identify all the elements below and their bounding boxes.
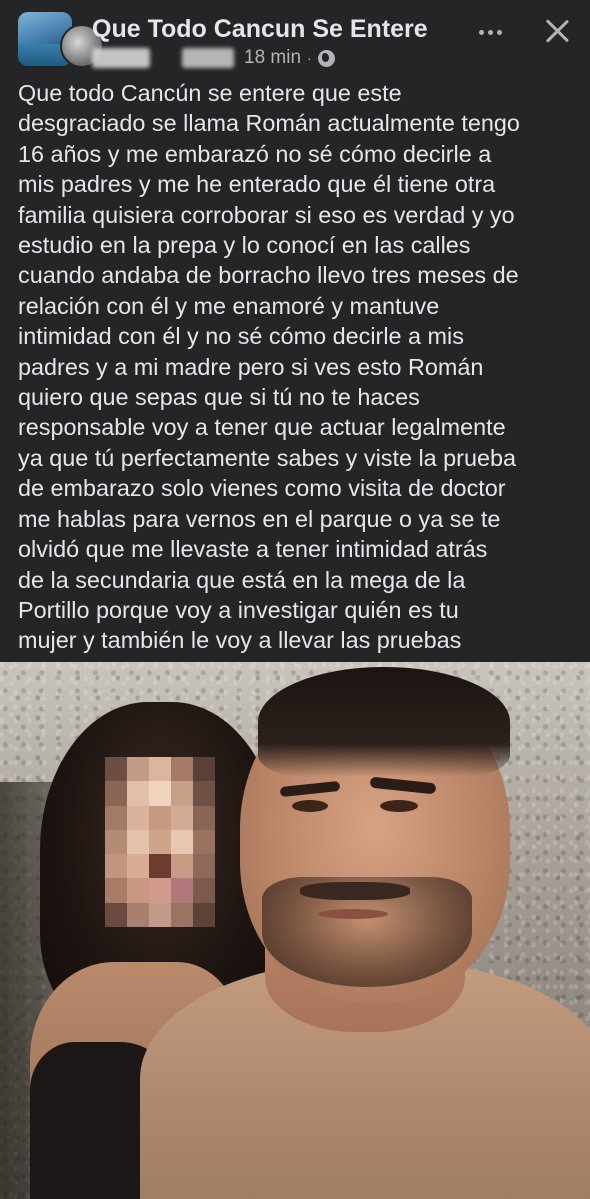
more-horizontal-icon bbox=[478, 29, 484, 35]
post-text-line: padres y a mi madre pero si ves esto Rom… bbox=[18, 353, 484, 380]
post-text-line: desgraciado se llama Román actualmente t… bbox=[18, 110, 520, 137]
post-text-line: relación con él y me enamoré y mantuve bbox=[18, 292, 440, 319]
post-text-line: responsable voy a tener que actuar legal… bbox=[18, 414, 506, 441]
post-text-line: 16 años y me embarazó no sé cómo decirle… bbox=[18, 140, 492, 167]
post-header: Que Todo Cancun Se Entere 18 min · bbox=[0, 0, 590, 76]
man-hair bbox=[258, 667, 510, 777]
man-eye-right bbox=[380, 800, 418, 812]
more-options-button[interactable] bbox=[470, 18, 510, 46]
close-icon[interactable] bbox=[540, 14, 574, 48]
post-text-line: mis padres y me he enterado que él tiene… bbox=[18, 171, 496, 198]
post-text-line: ya que tú perfectamente sabes y viste la… bbox=[18, 444, 516, 471]
post-text-line: mujer y también le voy a llevar las prue… bbox=[18, 627, 462, 654]
man-eye-left bbox=[292, 800, 328, 812]
more-dot bbox=[487, 29, 493, 35]
pixelated-face bbox=[105, 757, 215, 927]
globe-icon bbox=[317, 49, 335, 67]
post-text-line: de la secundaria que está en la mega de … bbox=[18, 566, 466, 593]
post-text-line: intimidad con él y no sé cómo decirle a … bbox=[18, 323, 464, 350]
more-dot bbox=[496, 29, 502, 35]
man-mustache bbox=[300, 882, 410, 900]
post-text-line: quiero que sepas que si tú no te haces bbox=[18, 384, 420, 411]
page-name[interactable]: Que Todo Cancun Se Entere bbox=[92, 15, 428, 44]
post-text-line: cuando andaba de borracho llevo tres mes… bbox=[18, 262, 519, 289]
post-time[interactable]: 18 min bbox=[244, 47, 301, 69]
post-text-line: Que todo Cancún se entere que este bbox=[18, 80, 402, 106]
post-text-line: estudio en la prepa y lo conocí en las c… bbox=[18, 232, 471, 259]
man-mouth bbox=[318, 909, 388, 919]
post-text-line: de embarazo solo vienes como visita de d… bbox=[18, 475, 506, 502]
redacted-name-2 bbox=[182, 48, 234, 68]
post-text-line: Portillo porque voy a investigar quién e… bbox=[18, 596, 459, 623]
post-text: Que todo Cancún se entere que este desgr… bbox=[18, 78, 578, 656]
post-card: Que Todo Cancun Se Entere 18 min · Que t… bbox=[0, 0, 590, 1199]
post-text-line: me hablas para vernos en el parque o ya … bbox=[18, 505, 501, 532]
meta-separator: · bbox=[307, 50, 312, 66]
post-text-line: olvidó que me llevaste a tener intimidad… bbox=[18, 536, 488, 563]
post-photo[interactable] bbox=[0, 662, 590, 1199]
post-text-line: familia quisiera corroborar si eso es ve… bbox=[18, 201, 515, 228]
post-meta: 18 min · bbox=[92, 46, 335, 70]
redacted-name-1 bbox=[92, 48, 150, 68]
